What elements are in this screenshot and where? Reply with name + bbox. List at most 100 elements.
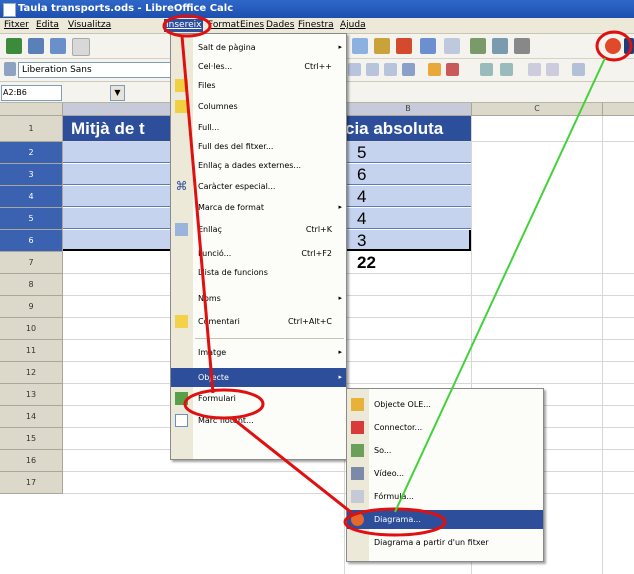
insert-menu: Salt de pàgina ▸ Cel·les... Ctrl++ Files C… (170, 33, 347, 460)
autofilter-icon[interactable] (514, 38, 530, 54)
cell-b5[interactable]: 4 (345, 208, 471, 229)
ole-object-icon (351, 398, 364, 411)
row-header[interactable]: 1 (0, 116, 63, 142)
styles-icon[interactable] (4, 62, 16, 76)
borders-icon[interactable] (572, 63, 585, 76)
menu-item-format-mark[interactable]: Marca de format ▸ (171, 198, 346, 217)
menu-item-page-break[interactable]: Salt de pàgina ▸ (171, 38, 346, 57)
menu-item-chart[interactable]: Diagrama... (347, 510, 543, 529)
menu-item-function-list[interactable]: Llista de funcions (171, 263, 346, 282)
align-left-icon[interactable] (348, 63, 361, 76)
menu-finestra[interactable]: Finestra (296, 19, 336, 32)
cell-b7[interactable]: 22 (345, 252, 471, 273)
menu-visualitza[interactable]: Visualitza (66, 19, 113, 32)
menu-item-function[interactable]: Funció... Ctrl+F2 (171, 244, 346, 263)
align-center-icon[interactable] (366, 63, 379, 76)
clone-format-icon[interactable] (374, 38, 390, 54)
percent-icon[interactable] (446, 63, 459, 76)
paste-icon[interactable] (352, 38, 368, 54)
redo-icon[interactable] (444, 38, 460, 54)
indent-increase-icon[interactable] (546, 63, 559, 76)
row-header[interactable]: 5 (0, 208, 63, 230)
indent-decrease-icon[interactable] (528, 63, 541, 76)
pivot-table-icon[interactable] (624, 38, 634, 54)
menu-item-ole-object[interactable]: Objecte OLE... (347, 395, 543, 414)
row-header[interactable]: 12 (0, 362, 63, 384)
row-header[interactable]: 3 (0, 164, 63, 186)
decimal-remove-icon[interactable] (500, 63, 513, 76)
grid-line (63, 317, 634, 318)
menu-edita[interactable]: Edita (34, 19, 61, 32)
sort-ascending-icon[interactable] (470, 38, 486, 54)
menu-item-form[interactable]: Formulari (171, 389, 346, 408)
save-icon[interactable] (50, 38, 66, 54)
row-header[interactable]: 4 (0, 186, 63, 208)
row-header[interactable]: 15 (0, 428, 63, 450)
menu-item-image[interactable]: Imatge ▸ (171, 343, 346, 362)
undo-icon[interactable] (420, 38, 436, 54)
row-header[interactable]: 6 (0, 230, 63, 252)
template-icon[interactable] (28, 38, 44, 54)
font-name-box[interactable]: Liberation Sans (18, 62, 171, 78)
column-header-c[interactable]: C (472, 103, 603, 116)
menu-item-connector[interactable]: Connector... (347, 418, 543, 437)
menu-item-comment[interactable]: Comentari Ctrl+Alt+C (171, 312, 346, 331)
row-header[interactable]: 2 (0, 142, 63, 164)
sort-descending-icon[interactable] (492, 38, 508, 54)
menu-item-object[interactable]: Objecte ▸ (171, 368, 346, 387)
row-header[interactable]: 7 (0, 252, 63, 274)
menu-item-sheet-from-file[interactable]: Full des del fitxer... (171, 137, 346, 156)
grid-line (63, 361, 634, 362)
decimal-add-icon[interactable] (480, 63, 493, 76)
menu-item-chart-from-file[interactable]: Diagrama a partir d'un fitxer (347, 533, 543, 552)
hyperlink-icon (175, 223, 188, 236)
row-header[interactable]: 14 (0, 406, 63, 428)
currency-icon[interactable] (428, 63, 441, 76)
menu-item-floating-frame[interactable]: Marc flotant... (171, 411, 346, 430)
menu-item-sheet[interactable]: Full... (171, 118, 346, 137)
menu-item-external-data[interactable]: Enllaç a dades externes... (171, 156, 346, 175)
menu-fitxer[interactable]: Fitxer (2, 19, 31, 32)
columns-icon (175, 100, 188, 113)
menu-item-names[interactable]: Noms ▸ (171, 289, 346, 308)
name-box-dropdown[interactable]: ▼ (110, 85, 125, 101)
object-submenu: Objecte OLE... Connector... So... Vídeo.… (346, 388, 544, 562)
row-header[interactable]: 13 (0, 384, 63, 406)
open-icon[interactable] (72, 38, 90, 56)
alignment-buttons (348, 63, 468, 77)
corner-cell[interactable] (0, 103, 63, 116)
paint-icon[interactable] (396, 38, 412, 54)
new-icon[interactable] (6, 38, 22, 54)
menu-ajuda[interactable]: Ajuda (338, 19, 368, 32)
menu-item-cells[interactable]: Cel·les... Ctrl++ (171, 57, 346, 76)
row-header[interactable]: 8 (0, 274, 63, 296)
menu-item-formula[interactable]: Fórmula... (347, 487, 543, 506)
menu-dades[interactable]: Dades (264, 19, 296, 32)
justify-icon[interactable] (402, 63, 415, 76)
menu-item-rows[interactable]: Files (171, 76, 346, 95)
row-header[interactable]: 11 (0, 340, 63, 362)
menu-item-video[interactable]: Vídeo... (347, 464, 543, 483)
menu-eines[interactable]: Eines (238, 19, 266, 32)
row-header[interactable]: 10 (0, 318, 63, 340)
menu-item-columns[interactable]: Columnes (171, 97, 346, 116)
menu-item-hyperlink[interactable]: Enllaç Ctrl+K (171, 220, 346, 239)
submenu-arrow-icon: ▸ (338, 294, 342, 302)
row-header[interactable]: 17 (0, 472, 63, 494)
menu-format[interactable]: Format (206, 19, 242, 32)
column-header-b[interactable]: B (345, 103, 472, 116)
row-header[interactable]: 9 (0, 296, 63, 318)
chart-icon[interactable] (605, 38, 621, 54)
column-header-d[interactable] (603, 103, 634, 116)
row-header[interactable]: 16 (0, 450, 63, 472)
menu-insereix[interactable]: Insereix (164, 19, 204, 32)
menu-item-special-character[interactable]: ⌘ Caràcter especial... (171, 177, 346, 196)
cell-b1[interactable]: cia absoluta (345, 116, 471, 141)
cell-b3[interactable]: 6 (345, 164, 471, 185)
menu-item-sound[interactable]: So... (347, 441, 543, 460)
cell-b6[interactable]: 3 (345, 230, 471, 251)
name-box[interactable]: A2:B6 (1, 85, 62, 101)
align-right-icon[interactable] (384, 63, 397, 76)
cell-b2[interactable]: 5 (345, 142, 471, 163)
cell-b4[interactable]: 4 (345, 186, 471, 207)
